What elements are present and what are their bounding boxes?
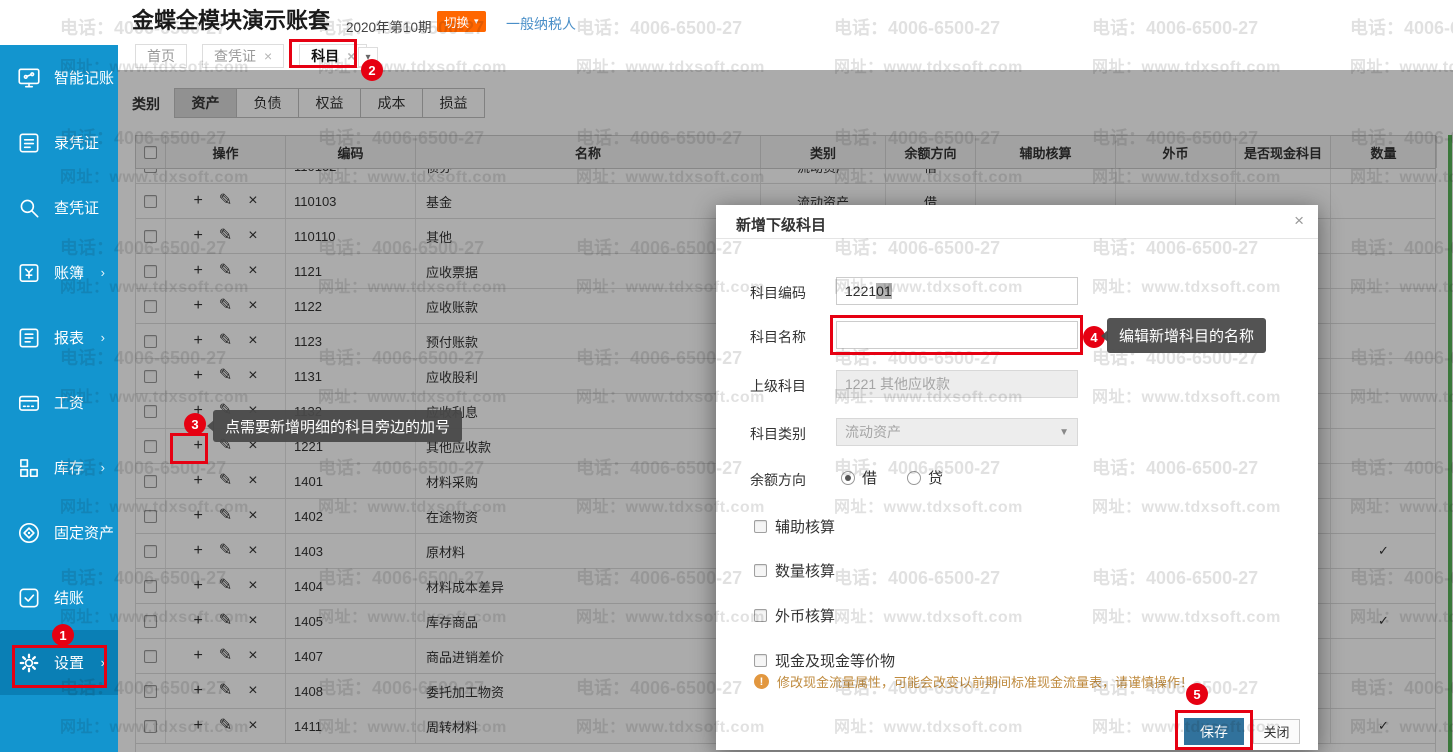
option-checkbox-2[interactable]: 外币核算	[754, 605, 835, 626]
checkbox-label: 外币核算	[775, 605, 835, 626]
sidebar-item-label: 库存	[54, 457, 84, 478]
direction-radio-贷[interactable]: 贷	[907, 467, 943, 488]
account-name-label: 科目名称	[750, 327, 830, 347]
account-type-select: 流动资产 ▼	[836, 418, 1078, 446]
page-title: 金蝶全模块演示账套	[132, 3, 330, 35]
balance-direction-radios: 借贷	[841, 467, 943, 488]
ledgers-icon	[16, 260, 42, 286]
voucher-search-icon	[16, 195, 42, 221]
checkbox-label: 辅助核算	[775, 516, 835, 537]
sidebar-item-label: 设置	[54, 652, 84, 673]
topbar: 金蝶全模块演示账套 2020年第10期 切换 ▾ 一般纳税人 首页 查凭证 × 科目 ×…	[118, 0, 1453, 70]
radio-icon	[841, 471, 855, 485]
sidebar: 智能记账录凭证查凭证账簿 › 报表 › 工资库存 › 固定资产结账设置 ›	[0, 45, 118, 752]
sidebar-item-smart-accounting[interactable]: 智能记账	[0, 45, 118, 110]
step-badge-1: 1	[52, 624, 74, 646]
page: 智能记账录凭证查凭证账簿›报表›工资库存›固定资产结账设置› 金蝶全模块演示账套…	[0, 0, 1453, 752]
sidebar-logo-area	[0, 0, 118, 45]
switch-period-button[interactable]: 切换 ▾	[437, 11, 486, 32]
step-badge-5: 5	[1186, 683, 1208, 705]
account-type-label: 科目类别	[750, 424, 830, 444]
tab-home[interactable]: 首页	[135, 44, 187, 68]
sidebar-item-label: 固定资产	[54, 522, 114, 543]
option-checkbox-3[interactable]: 现金及现金等价物	[754, 650, 895, 671]
account-code-input[interactable]: 122101	[836, 277, 1078, 305]
closing-icon	[16, 585, 42, 611]
inventory-icon	[16, 455, 42, 481]
voucher-entry-icon	[16, 130, 42, 156]
parent-account-input: 1221 其他应收款	[836, 370, 1078, 398]
tab-label: 科目	[311, 46, 339, 66]
checkbox-label: 数量核算	[775, 560, 835, 581]
account-code-selected-text: 01	[876, 283, 892, 299]
warning-icon: !	[754, 674, 769, 689]
sidebar-item-label: 智能记账	[54, 67, 114, 88]
account-name-input[interactable]	[836, 321, 1078, 349]
switch-label: 切换	[444, 12, 469, 31]
sidebar-item-voucher-entry[interactable]: 录凭证	[0, 110, 118, 175]
sidebar-item-label: 查凭证	[54, 197, 99, 218]
sidebar-item-inventory[interactable]: 库存 ›	[0, 435, 118, 500]
tab-label: 查凭证	[214, 46, 256, 66]
sidebar-item-label: 结账	[54, 587, 84, 608]
cashflow-warning: ! 修改现金流量属性，可能会改变以前期间标准现金流量表，请谨慎操作！	[754, 672, 1193, 691]
period-label: 2020年第10期	[346, 16, 432, 36]
sidebar-item-ledgers[interactable]: 账簿 ›	[0, 240, 118, 305]
sidebar-item-reports[interactable]: 报表 ›	[0, 305, 118, 370]
chevron-right-icon: ›	[101, 265, 105, 280]
close-icon[interactable]: ×	[264, 49, 272, 63]
checkbox-icon	[754, 609, 767, 622]
sidebar-item-voucher-search[interactable]: 查凭证	[0, 175, 118, 240]
checkbox-icon	[754, 520, 767, 533]
sidebar-item-payroll[interactable]: 工资	[0, 370, 118, 435]
radio-label: 借	[862, 467, 877, 488]
account-code-value: 1221	[845, 283, 876, 299]
save-button[interactable]: 保存	[1184, 718, 1244, 745]
tab-label: 首页	[147, 46, 175, 66]
checkbox-icon	[754, 564, 767, 577]
close-icon[interactable]: ×	[347, 49, 355, 63]
payroll-icon	[16, 390, 42, 416]
checkbox-label: 现金及现金等价物	[775, 650, 895, 671]
smart-accounting-icon	[16, 65, 42, 91]
direction-radio-借[interactable]: 借	[841, 467, 877, 488]
balance-direction-label: 余额方向	[750, 470, 830, 490]
warning-text: 修改现金流量属性，可能会改变以前期间标准现金流量表，请谨慎操作！	[777, 672, 1193, 691]
settings-icon	[16, 650, 42, 676]
tooltip-step-4: 编辑新增科目的名称	[1107, 318, 1266, 353]
dialog-titlebar: 新增下级科目 ×	[716, 205, 1318, 239]
step-badge-2: 2	[361, 59, 383, 81]
checkbox-icon	[754, 654, 767, 667]
sidebar-item-label: 录凭证	[54, 132, 99, 153]
sidebar-item-closing[interactable]: 结账	[0, 565, 118, 630]
option-checkbox-1[interactable]: 数量核算	[754, 560, 835, 581]
dialog-title: 新增下级科目	[736, 214, 826, 235]
radio-icon	[907, 471, 921, 485]
add-sub-account-dialog: 新增下级科目 × 科目编码 122101 科目名称 上级科目 1221 其他应收…	[716, 205, 1318, 750]
tab-voucher-search[interactable]: 查凭证 ×	[202, 44, 284, 68]
account-code-label: 科目编码	[750, 283, 830, 303]
close-button[interactable]: 关闭	[1253, 719, 1300, 744]
account-type-value: 流动资产	[845, 422, 901, 442]
fixed-assets-icon	[16, 520, 42, 546]
chevron-right-icon: ›	[101, 655, 105, 670]
sidebar-item-label: 账簿	[54, 262, 84, 283]
chevron-right-icon: ›	[101, 460, 105, 475]
radio-label: 贷	[928, 467, 943, 488]
sidebar-item-label: 工资	[54, 392, 84, 413]
tab-bar: 首页 查凭证 × 科目 ×	[135, 44, 367, 68]
taxpayer-type-link[interactable]: 一般纳税人	[506, 14, 576, 34]
chevron-right-icon: ›	[101, 330, 105, 345]
chevron-down-icon: ▾	[474, 16, 479, 27]
dialog-close-icon[interactable]: ×	[1294, 211, 1304, 231]
sidebar-item-label: 报表	[54, 327, 84, 348]
step-badge-3: 3	[184, 413, 206, 435]
chevron-down-icon: ▼	[1059, 427, 1069, 438]
sidebar-item-fixed-assets[interactable]: 固定资产	[0, 500, 118, 565]
option-checkbox-0[interactable]: 辅助核算	[754, 516, 835, 537]
reports-icon	[16, 325, 42, 351]
parent-account-label: 上级科目	[750, 376, 830, 396]
tooltip-step-3: 点需要新增明细的科目旁边的加号	[213, 410, 462, 442]
